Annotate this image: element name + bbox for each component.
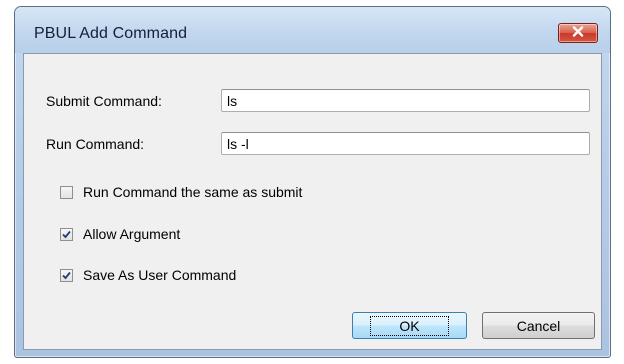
run-command-label: Run Command: bbox=[46, 136, 145, 152]
close-button[interactable] bbox=[558, 23, 598, 43]
same-as-submit-checkbox[interactable] bbox=[60, 185, 73, 199]
dialog-window: PBUL Add Command Submit Command: ls Run … bbox=[14, 6, 611, 358]
submit-command-input[interactable]: ls bbox=[221, 89, 590, 112]
checkmark-icon bbox=[62, 230, 71, 238]
dialog-body: Submit Command: ls Run Command: ls -l Ru… bbox=[23, 53, 602, 350]
allow-argument-checkbox[interactable] bbox=[60, 227, 73, 241]
same-as-submit-option[interactable]: Run Command the same as submit bbox=[60, 184, 302, 200]
cancel-button-label: Cancel bbox=[516, 317, 561, 334]
save-as-user-command-label: Save As User Command bbox=[83, 267, 237, 283]
ok-button-label: OK bbox=[370, 315, 449, 336]
dialog-title: PBUL Add Command bbox=[34, 25, 188, 42]
save-as-user-command-option[interactable]: Save As User Command bbox=[60, 267, 236, 283]
submit-command-label: Submit Command: bbox=[46, 93, 162, 109]
checkmark-icon bbox=[62, 271, 71, 279]
cancel-button[interactable]: Cancel bbox=[482, 312, 595, 339]
save-as-user-command-checkbox[interactable] bbox=[60, 268, 73, 282]
allow-argument-option[interactable]: Allow Argument bbox=[60, 226, 180, 242]
title-bar[interactable]: PBUL Add Command bbox=[15, 7, 610, 53]
run-command-input[interactable]: ls -l bbox=[221, 132, 590, 155]
ok-button[interactable]: OK bbox=[352, 312, 467, 339]
same-as-submit-label: Run Command the same as submit bbox=[83, 184, 303, 200]
close-icon bbox=[572, 24, 584, 42]
allow-argument-label: Allow Argument bbox=[83, 226, 181, 242]
